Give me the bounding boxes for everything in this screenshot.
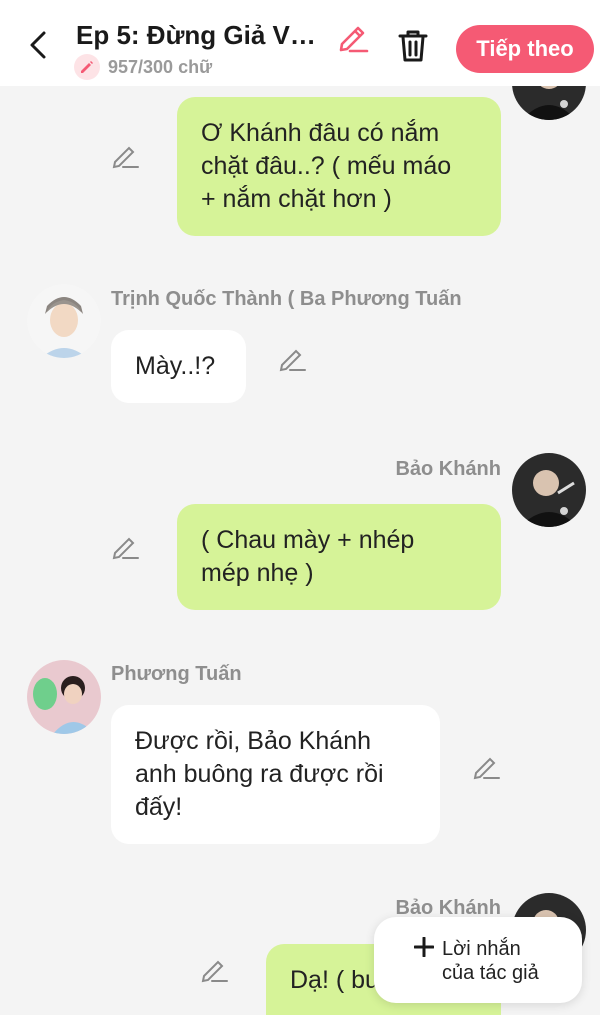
pencil-icon bbox=[74, 54, 100, 80]
message-line: ( Chau mày + nhép bbox=[201, 526, 415, 554]
sender-name: Bảo Khánh bbox=[395, 458, 501, 480]
message-bubble[interactable]: Được rồi, Bảo Khánh anh buông ra được rồ… bbox=[111, 705, 440, 844]
message-bubble[interactable]: ( Chau mày + nhép mép nhẹ ) bbox=[177, 504, 501, 610]
sender-name: Phương Tuấn bbox=[111, 663, 242, 685]
message-bubble[interactable]: Mày..!? bbox=[111, 330, 246, 403]
avatar-trinh-quoc-thanh[interactable] bbox=[27, 284, 101, 358]
edit-message-pencil-icon[interactable] bbox=[472, 751, 502, 781]
edit-message-pencil-icon[interactable] bbox=[200, 954, 230, 984]
message-line: + nắm chặt hơn ) bbox=[201, 185, 392, 213]
plus-icon bbox=[413, 936, 435, 958]
avatar-phuong-tuan[interactable] bbox=[27, 660, 101, 734]
edit-message-pencil-icon[interactable] bbox=[111, 531, 141, 561]
trash-icon[interactable] bbox=[396, 28, 430, 64]
back-arrow-icon[interactable] bbox=[24, 30, 54, 60]
top-bar: Ep 5: Đừng Giả Vờ ... 957/300 chữ Tiếp t… bbox=[0, 0, 600, 86]
edit-message-pencil-icon[interactable] bbox=[278, 343, 308, 373]
word-count-text: 957/300 chữ bbox=[108, 56, 213, 77]
author-note-line: Lời nhắn bbox=[442, 938, 521, 960]
edit-message-pencil-icon[interactable] bbox=[111, 140, 141, 170]
message-line: anh buông ra được rồi bbox=[135, 760, 384, 788]
message-line: đấy! bbox=[135, 793, 183, 821]
message-line: Ơ Khánh đâu có nắm bbox=[201, 119, 440, 147]
sender-name: Trịnh Quốc Thành ( Ba Phương Tuấn bbox=[111, 288, 462, 310]
message-line: Được rồi, Bảo Khánh bbox=[135, 727, 372, 755]
message-line: chặt đâu..? ( mếu máo bbox=[201, 152, 452, 180]
author-note-label: Lời nhắn của tác giả bbox=[442, 937, 539, 985]
message-line: Mày..!? bbox=[135, 352, 216, 380]
edit-title-pencil-icon[interactable] bbox=[336, 20, 370, 54]
message-bubble[interactable]: Ơ Khánh đâu có nắm chặt đâu..? ( mếu máo… bbox=[177, 97, 501, 236]
author-note-line: của tác giả bbox=[442, 962, 539, 984]
author-note-button[interactable]: Lời nhắn của tác giả bbox=[374, 917, 582, 1003]
word-count: 957/300 chữ bbox=[74, 54, 212, 80]
message-line: mép nhẹ ) bbox=[201, 559, 314, 587]
next-button[interactable]: Tiếp theo bbox=[456, 25, 594, 73]
episode-title[interactable]: Ep 5: Đừng Giả Vờ ... bbox=[76, 20, 330, 51]
avatar-bao-khanh[interactable] bbox=[512, 453, 586, 527]
